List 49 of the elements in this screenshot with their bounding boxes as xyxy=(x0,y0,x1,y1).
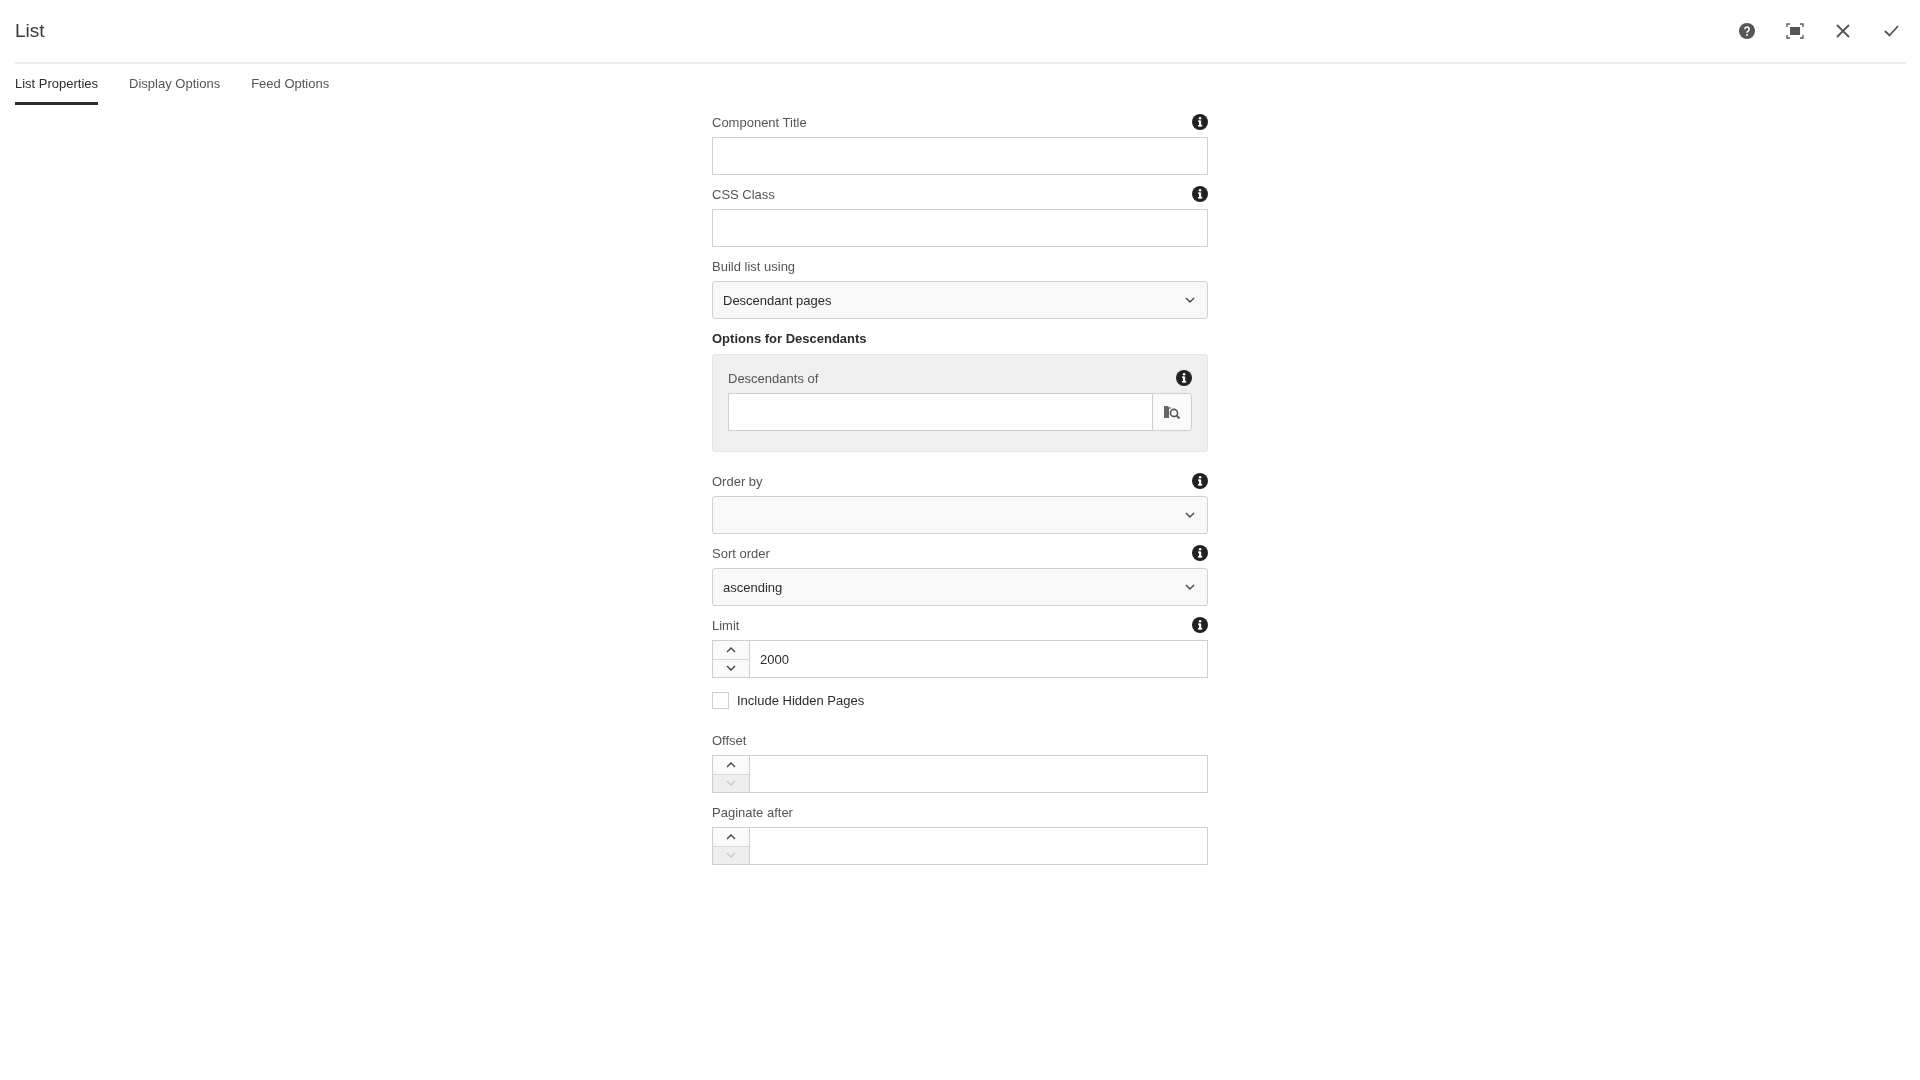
increment-button[interactable] xyxy=(713,641,749,659)
info-icon[interactable] xyxy=(1192,186,1208,202)
dropdown[interactable]: Descendant pages xyxy=(712,281,1208,319)
number-field[interactable]: 2000 xyxy=(749,640,1208,678)
info-icon[interactable] xyxy=(1192,545,1208,561)
checkmark-icon xyxy=(1883,25,1899,37)
number-field[interactable] xyxy=(749,755,1208,793)
info-icon[interactable] xyxy=(1192,473,1208,489)
folder-search-icon xyxy=(1163,404,1181,420)
field-label: Descendants of xyxy=(728,370,819,386)
help-icon xyxy=(1739,23,1755,39)
caret-icon xyxy=(1185,512,1195,518)
field-label: Sort order xyxy=(712,545,770,561)
caret-down-icon xyxy=(726,852,736,859)
caret-icon xyxy=(1185,297,1195,303)
caret-up-icon xyxy=(726,833,736,840)
path-field[interactable] xyxy=(728,393,1152,431)
tab[interactable]: Feed Options xyxy=(251,66,330,105)
field-label: Build list using xyxy=(712,258,796,274)
info-icon[interactable] xyxy=(1192,114,1208,130)
caret-icon xyxy=(1185,584,1195,590)
increment-button[interactable] xyxy=(713,756,749,774)
caret-down-icon xyxy=(726,780,736,787)
field-label: Paginate after xyxy=(712,804,793,820)
caret-up-icon xyxy=(726,646,736,653)
fullscreen-icon xyxy=(1786,23,1804,39)
field-label: Offset xyxy=(712,732,747,748)
section-heading: Options for Descendants xyxy=(712,331,868,346)
number-field[interactable] xyxy=(749,827,1208,865)
info-icon[interactable] xyxy=(1192,617,1208,633)
caret-up-icon xyxy=(726,761,736,768)
dropdown[interactable] xyxy=(712,496,1208,534)
field-label: Order by xyxy=(712,473,763,489)
dropdown[interactable]: ascending xyxy=(712,568,1208,606)
checkbox[interactable] xyxy=(712,692,729,709)
info-icon[interactable] xyxy=(1176,370,1192,386)
field-label: Limit xyxy=(712,617,740,633)
field-label: Component Title xyxy=(712,114,807,130)
field-label: CSS Class xyxy=(712,186,775,202)
dialog-title: List xyxy=(15,20,46,42)
text-field[interactable] xyxy=(712,209,1208,247)
tab[interactable]: List Properties xyxy=(15,66,99,105)
tab[interactable]: Display Options xyxy=(129,66,221,105)
browse-button[interactable] xyxy=(1152,393,1192,431)
increment-button[interactable] xyxy=(713,828,749,846)
caret-down-icon xyxy=(726,665,736,672)
text-field[interactable] xyxy=(712,137,1208,175)
close-icon xyxy=(1836,24,1850,38)
checkbox-label: Include Hidden Pages xyxy=(737,693,865,708)
